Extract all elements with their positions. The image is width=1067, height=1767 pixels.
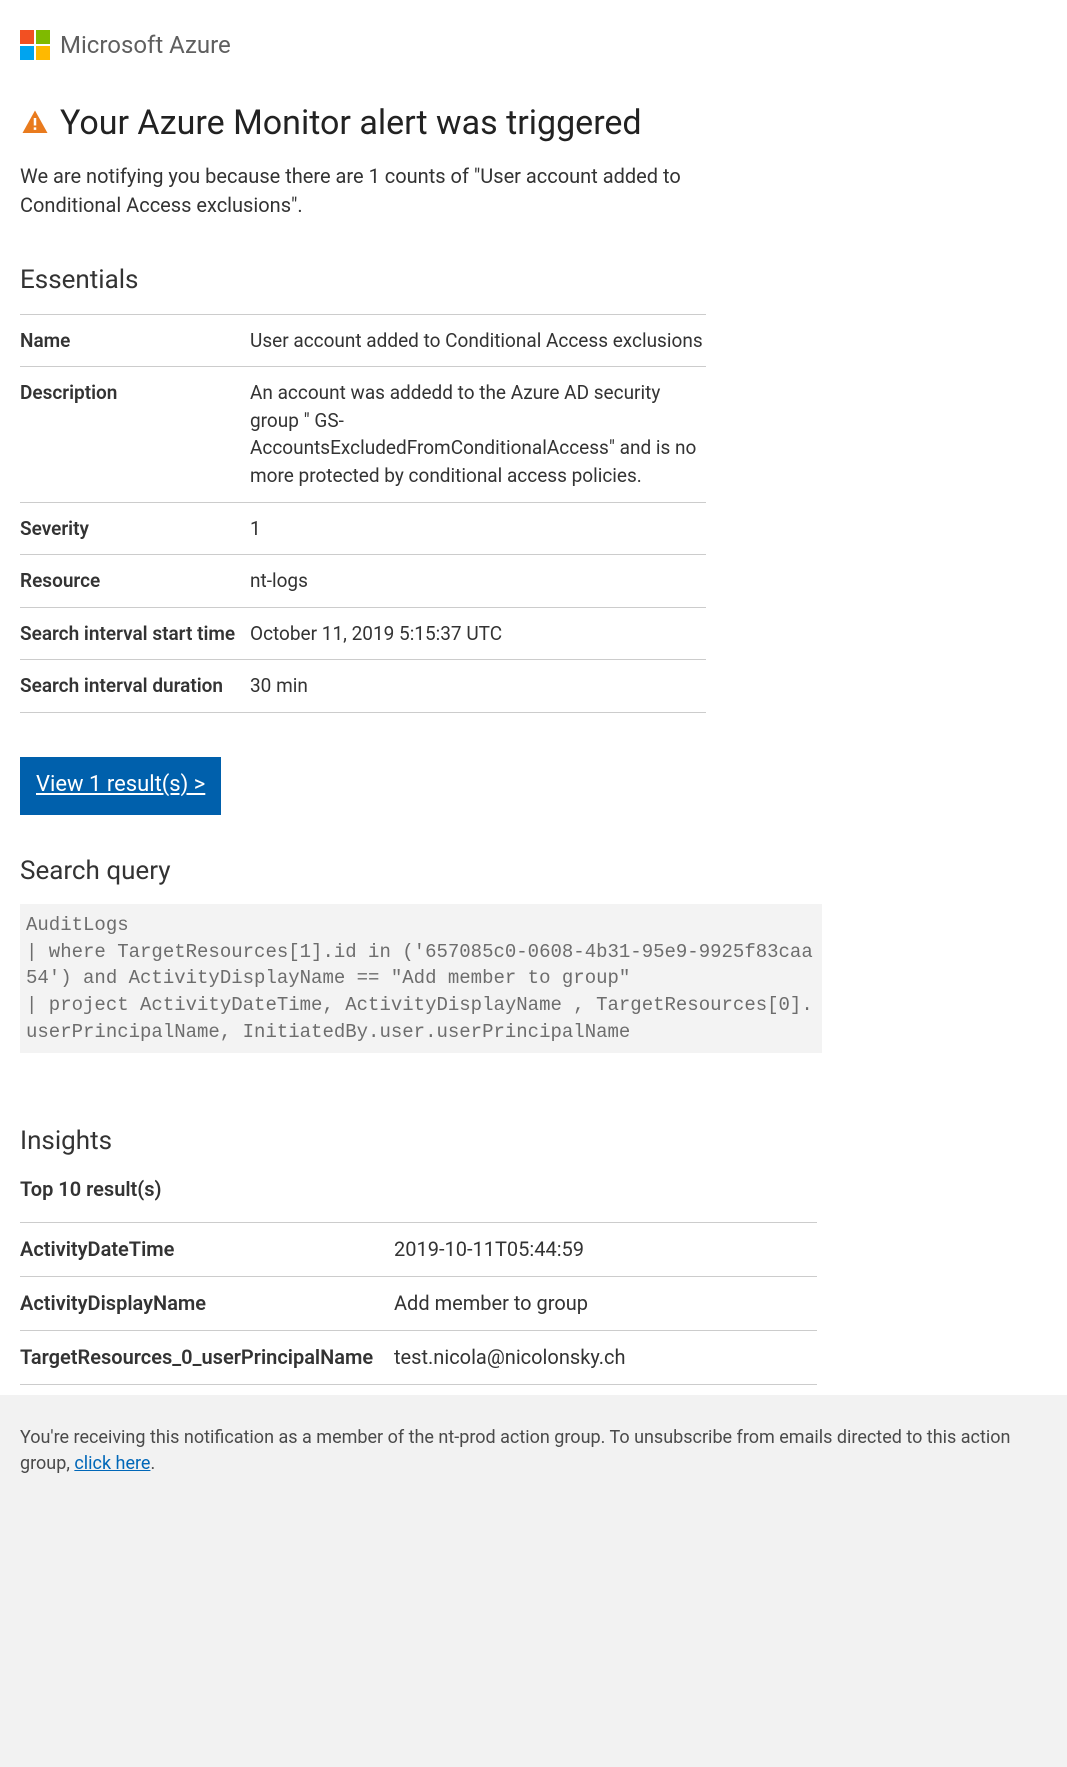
essentials-row: Search interval duration30 min bbox=[20, 660, 706, 713]
footer: You're receiving this notification as a … bbox=[0, 1395, 1067, 1767]
insights-key: TargetResources_0_userPrincipalName bbox=[20, 1330, 394, 1384]
unsubscribe-link[interactable]: click here bbox=[74, 1453, 150, 1474]
essentials-row: Severity1 bbox=[20, 502, 706, 555]
essentials-table: NameUser account added to Conditional Ac… bbox=[20, 314, 706, 713]
essentials-key: Severity bbox=[20, 502, 250, 555]
essentials-row: DescriptionAn account was addedd to the … bbox=[20, 367, 706, 502]
search-query-code: AuditLogs | where TargetResources[1].id … bbox=[20, 904, 822, 1053]
insights-subheading: Top 10 result(s) bbox=[20, 1175, 1047, 1204]
insights-key: ActivityDateTime bbox=[20, 1222, 394, 1276]
essentials-value: 1 bbox=[250, 502, 706, 555]
essentials-key: Search interval start time bbox=[20, 607, 250, 660]
insights-key: ActivityDisplayName bbox=[20, 1276, 394, 1330]
insights-value: test.nicola@nicolonsky.ch bbox=[394, 1330, 817, 1384]
footer-text-after: . bbox=[150, 1453, 155, 1474]
insights-value: Add member to group bbox=[394, 1276, 817, 1330]
brand-text: Microsoft Azure bbox=[60, 28, 231, 63]
essentials-value: October 11, 2019 5:15:37 UTC bbox=[250, 607, 706, 660]
insights-row: ActivityDisplayNameAdd member to group bbox=[20, 1276, 817, 1330]
insights-heading: Insights bbox=[20, 1123, 1047, 1161]
insights-row: TargetResources_0_userPrincipalNametest.… bbox=[20, 1330, 817, 1384]
insights-value: 2019-10-11T05:44:59 bbox=[394, 1222, 817, 1276]
essentials-key: Name bbox=[20, 314, 250, 367]
microsoft-logo-icon bbox=[20, 30, 50, 60]
footer-text-before: You're receiving this notification as a … bbox=[20, 1427, 1010, 1474]
essentials-value: User account added to Conditional Access… bbox=[250, 314, 706, 367]
essentials-value: An account was addedd to the Azure AD se… bbox=[250, 367, 706, 502]
essentials-row: Resourcent-logs bbox=[20, 555, 706, 608]
essentials-row: NameUser account added to Conditional Ac… bbox=[20, 314, 706, 367]
essentials-key: Search interval duration bbox=[20, 660, 250, 713]
page-title: Your Azure Monitor alert was triggered bbox=[60, 99, 642, 148]
essentials-value: nt-logs bbox=[250, 555, 706, 608]
view-results-button[interactable]: View 1 result(s) > bbox=[20, 757, 221, 815]
search-query-heading: Search query bbox=[20, 853, 1047, 891]
essentials-value: 30 min bbox=[250, 660, 706, 713]
essentials-heading: Essentials bbox=[20, 262, 1047, 300]
intro-text: We are notifying you because there are 1… bbox=[20, 162, 720, 220]
brand-logo: Microsoft Azure bbox=[20, 28, 1047, 63]
essentials-row: Search interval start timeOctober 11, 20… bbox=[20, 607, 706, 660]
insights-row: ActivityDateTime2019-10-11T05:44:59 bbox=[20, 1222, 817, 1276]
essentials-key: Description bbox=[20, 367, 250, 502]
warning-icon bbox=[20, 108, 50, 138]
essentials-key: Resource bbox=[20, 555, 250, 608]
